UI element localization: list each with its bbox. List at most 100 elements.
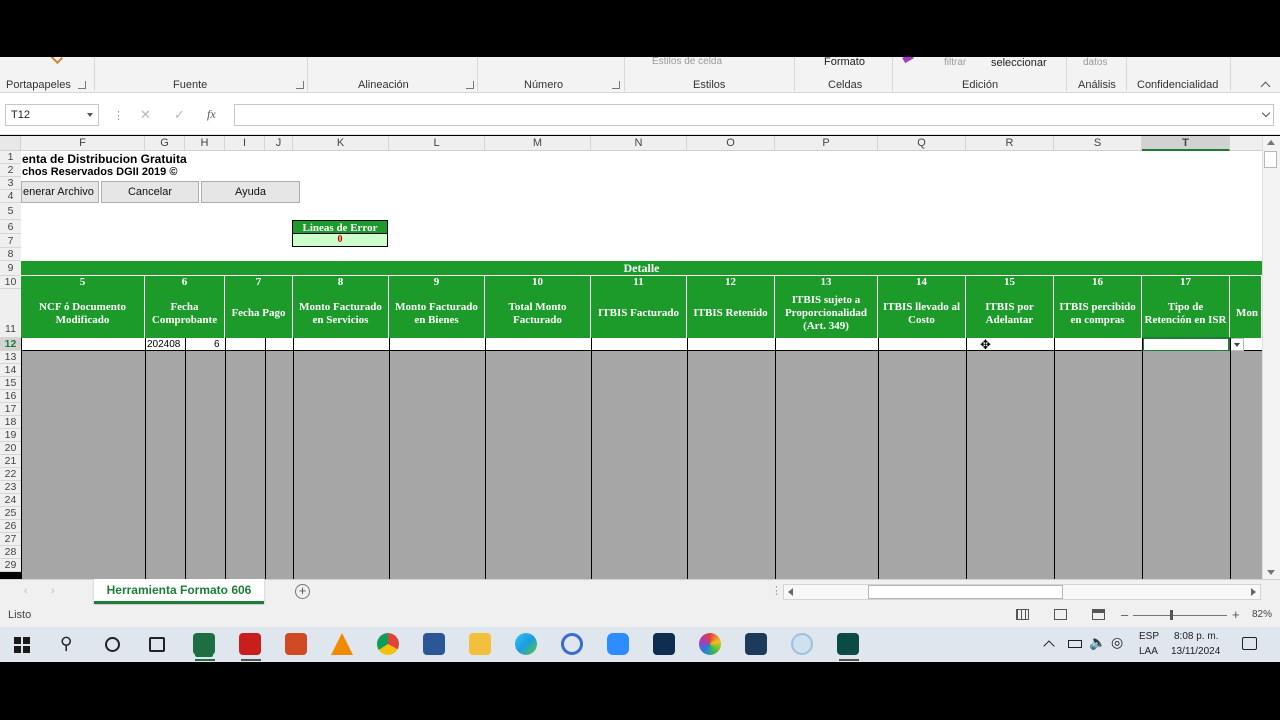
ayuda-button[interactable]: Ayuda	[201, 181, 300, 203]
confirm-entry-icon[interactable]: ✓	[174, 107, 185, 123]
row-header[interactable]: 11	[0, 289, 21, 338]
row-header[interactable]: 13	[0, 351, 21, 364]
column-header-o[interactable]: O	[687, 136, 775, 151]
generar-archivo-button[interactable]: enerar Archivo	[21, 181, 99, 203]
row-header[interactable]: 5	[0, 203, 21, 220]
column-header-r[interactable]: R	[966, 136, 1054, 151]
numero-launcher-icon[interactable]	[612, 81, 620, 89]
column-header-f[interactable]: F	[21, 136, 145, 151]
formula-input[interactable]	[234, 104, 1274, 126]
row-header[interactable]: 14	[0, 364, 21, 377]
chrome-icon[interactable]	[377, 633, 399, 655]
row-header[interactable]: 21	[0, 455, 21, 468]
data-row-12[interactable]	[21, 338, 1262, 351]
eraser-icon[interactable]	[902, 57, 914, 64]
row-header[interactable]: 2	[0, 164, 21, 177]
row-header[interactable]: 20	[0, 442, 21, 455]
row-header[interactable]: 26	[0, 520, 21, 533]
zoom-out-icon[interactable]: –	[1121, 607, 1128, 622]
notifications-icon[interactable]	[1242, 637, 1257, 650]
meet-icon[interactable]	[653, 633, 675, 655]
edge-icon[interactable]	[515, 633, 537, 655]
row-header[interactable]: 23	[0, 481, 21, 494]
clock-time[interactable]: 8:08 p. m.	[1174, 631, 1218, 642]
vlc-icon[interactable]	[331, 633, 353, 655]
language-code[interactable]: ESP	[1139, 631, 1159, 642]
keyboard-layout[interactable]: LAA	[1139, 646, 1158, 657]
word-icon[interactable]	[423, 633, 445, 655]
cell-h12[interactable]: 6	[214, 339, 220, 350]
photos-icon[interactable]	[699, 633, 721, 655]
row-header[interactable]: 18	[0, 416, 21, 429]
battery-icon[interactable]	[1068, 640, 1082, 648]
windows-start-icon[interactable]	[14, 637, 30, 653]
row-header[interactable]: 4	[0, 190, 21, 203]
next-sheet-icon[interactable]: ›	[51, 585, 55, 597]
column-header-g[interactable]: G	[145, 136, 185, 151]
zoom-in-icon[interactable]: +	[1232, 607, 1240, 622]
cancel-entry-icon[interactable]: ✕	[140, 107, 151, 123]
selected-cell-t12[interactable]	[1142, 337, 1230, 352]
page-layout-icon[interactable]	[1054, 609, 1067, 620]
search-icon[interactable]: ⚲	[60, 634, 72, 654]
row-header[interactable]: 12	[0, 338, 21, 351]
add-sheet-icon[interactable]: +	[295, 584, 310, 599]
horizontal-scroll-thumb[interactable]	[868, 585, 1063, 599]
normal-view-icon[interactable]	[1016, 609, 1029, 620]
row-header[interactable]: 15	[0, 377, 21, 390]
row-header[interactable]: 9	[0, 261, 21, 276]
scroll-right-icon[interactable]	[1251, 588, 1256, 596]
scroll-down-icon[interactable]	[1267, 570, 1275, 575]
cortana-icon[interactable]	[105, 637, 120, 652]
column-header-s[interactable]: S	[1054, 136, 1142, 151]
cancelar-button[interactable]: Cancelar	[101, 181, 199, 203]
excel-icon[interactable]	[193, 633, 215, 655]
fuente-launcher-icon[interactable]	[296, 81, 304, 89]
zoom-icon[interactable]	[607, 633, 629, 655]
collapse-ribbon-icon[interactable]	[1260, 81, 1271, 92]
network-icon[interactable]: ◎	[1111, 634, 1123, 651]
vertical-scroll-thumb[interactable]	[1264, 151, 1277, 168]
row-header[interactable]: 29	[0, 559, 21, 572]
app-icon-k[interactable]	[745, 633, 767, 655]
estilos-celda-label[interactable]: Estilos de celda	[652, 57, 722, 67]
column-header-m[interactable]: M	[485, 136, 591, 151]
filtrar-label[interactable]: filtrar	[944, 57, 966, 68]
zoom-slider[interactable]	[1133, 615, 1227, 616]
acrobat-icon[interactable]	[239, 633, 261, 655]
row-header[interactable]: 10	[0, 276, 21, 289]
sheet-tab-herramienta[interactable]: Herramienta Formato 606	[94, 579, 264, 604]
row-header[interactable]: 17	[0, 403, 21, 416]
filmora-icon[interactable]	[837, 633, 859, 655]
row-header[interactable]: 8	[0, 248, 21, 261]
row-header[interactable]: 19	[0, 429, 21, 442]
portapapeles-launcher-icon[interactable]	[78, 81, 86, 89]
cell-g12[interactable]: 202408	[147, 339, 180, 350]
row-header[interactable]: 3	[0, 177, 21, 190]
formato-button[interactable]: Formato	[824, 57, 865, 68]
powerpoint-icon[interactable]	[285, 633, 307, 655]
scroll-up-icon[interactable]	[1267, 140, 1275, 145]
column-header-q[interactable]: Q	[878, 136, 966, 151]
formula-bar-menu-icon[interactable]: ⋮	[113, 109, 124, 122]
vertical-scrollbar[interactable]	[1262, 136, 1280, 579]
row-header[interactable]: 24	[0, 494, 21, 507]
column-header-j[interactable]: J	[265, 136, 293, 151]
row-header[interactable]: 16	[0, 390, 21, 403]
row-header[interactable]: 1	[0, 151, 21, 164]
row-header[interactable]: 28	[0, 546, 21, 559]
paste-icon[interactable]	[48, 57, 64, 65]
insert-function-icon[interactable]: fx	[207, 107, 216, 122]
task-view-icon[interactable]	[149, 637, 165, 652]
row-header[interactable]: 27	[0, 533, 21, 546]
select-all-corner[interactable]	[0, 136, 21, 151]
row-header[interactable]: 7	[0, 234, 21, 248]
zoom-level[interactable]: 82%	[1252, 609, 1272, 620]
datos-label[interactable]: datos	[1083, 57, 1107, 68]
row-header[interactable]: 22	[0, 468, 21, 481]
alineacion-launcher-icon[interactable]	[466, 81, 474, 89]
column-header-l[interactable]: L	[389, 136, 485, 151]
clock-date[interactable]: 13/11/2024	[1171, 646, 1220, 657]
column-header-h[interactable]: H	[185, 136, 225, 151]
remote-app-icon[interactable]	[561, 633, 583, 655]
